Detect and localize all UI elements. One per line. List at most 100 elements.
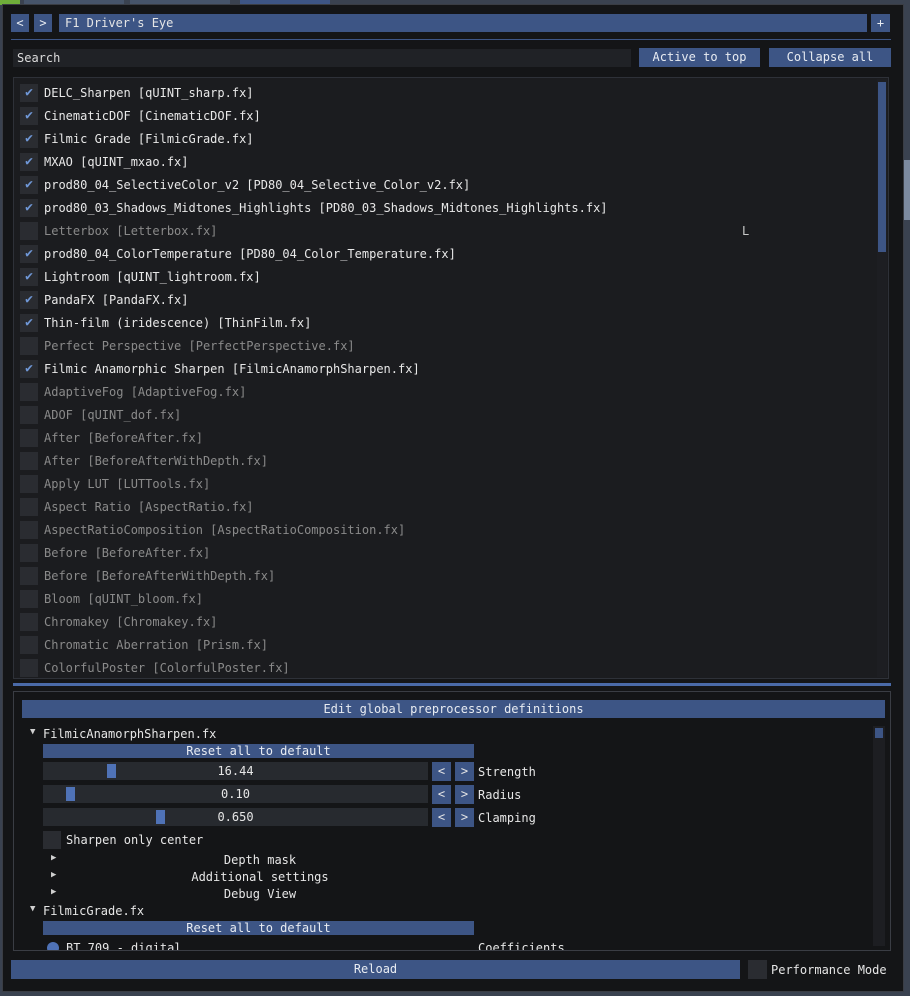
collapse-arrow-icon[interactable]: ▶ xyxy=(51,853,56,863)
effect-enable-checkbox[interactable] xyxy=(20,544,38,562)
effect-enable-checkbox[interactable] xyxy=(20,659,38,677)
effect-label: Filmic Anamorphic Sharpen [FilmicAnamorp… xyxy=(44,362,420,376)
edit-preprocessor-button[interactable]: Edit global preprocessor definitions xyxy=(22,700,885,718)
slider-knob[interactable] xyxy=(66,787,75,801)
param-label-clamping: Clamping xyxy=(478,811,536,825)
search-input[interactable]: Search xyxy=(13,49,631,67)
increment-button[interactable]: > xyxy=(455,785,474,804)
effect-label: ADOF [qUINT_dof.fx] xyxy=(44,408,182,422)
effect-label: Before [BeforeAfterWithDepth.fx] xyxy=(44,569,276,583)
effect-label: PandaFX [PandaFX.fx] xyxy=(44,293,189,307)
effect-label: Chromatic Aberration [Prism.fx] xyxy=(44,638,268,652)
effect-enable-checkbox[interactable]: ✔ xyxy=(20,153,38,171)
mouse-cursor: L xyxy=(742,224,750,238)
effect-enable-checkbox[interactable]: ✔ xyxy=(20,176,38,194)
decrement-button[interactable]: < xyxy=(432,785,451,804)
effect-enable-checkbox[interactable] xyxy=(20,429,38,447)
effect-enable-checkbox[interactable] xyxy=(20,406,38,424)
radio-button[interactable] xyxy=(47,942,59,950)
effect-enable-checkbox[interactable]: ✔ xyxy=(20,84,38,102)
clamping-slider[interactable]: 0.650 xyxy=(43,808,428,826)
effect-label: AdaptiveFog [AdaptiveFog.fx] xyxy=(44,385,247,399)
effect-enable-checkbox[interactable]: ✔ xyxy=(20,268,38,286)
panel-splitter[interactable] xyxy=(13,683,891,686)
effect-enable-checkbox[interactable]: ✔ xyxy=(20,245,38,263)
slider-knob[interactable] xyxy=(156,810,165,824)
divider xyxy=(11,39,891,40)
effect-list: L ✔ DELC_Sharpen [qUINT_sharp.fx] ✔ Cinemat… xyxy=(13,77,889,679)
effect-enable-checkbox[interactable]: ✔ xyxy=(20,199,38,217)
effect-enable-checkbox[interactable] xyxy=(20,452,38,470)
effect-label: Filmic Grade [FilmicGrade.fx] xyxy=(44,132,254,146)
group-debug-view[interactable]: Debug View xyxy=(62,886,458,902)
collapse-arrow-icon[interactable]: ▶ xyxy=(51,870,56,880)
section-header-filmicgrade[interactable]: FilmicGrade.fx xyxy=(43,903,144,919)
increment-button[interactable]: > xyxy=(455,808,474,827)
settings-scrollbar[interactable] xyxy=(873,726,885,946)
reload-button[interactable]: Reload xyxy=(11,960,740,979)
add-preset-button[interactable]: + xyxy=(871,14,890,32)
sharpen-only-center-checkbox[interactable] xyxy=(43,831,61,849)
reset-all-button[interactable]: Reset all to default xyxy=(43,744,474,758)
effect-label: MXAO [qUINT_mxao.fx] xyxy=(44,155,189,169)
group-additional-settings[interactable]: Additional settings xyxy=(62,869,458,885)
next-preset-button[interactable]: > xyxy=(34,14,52,32)
effect-label: prod80_04_ColorTemperature [PD80_04_Colo… xyxy=(44,247,456,261)
expand-arrow-icon[interactable]: ▼ xyxy=(30,904,35,914)
settings-panel: Edit global preprocessor definitions ▼ F… xyxy=(13,691,891,951)
effect-enable-checkbox[interactable] xyxy=(20,567,38,585)
slider-value: 16.44 xyxy=(217,764,254,778)
effect-label: DELC_Sharpen [qUINT_sharp.fx] xyxy=(44,86,254,100)
effect-label: Chromakey [Chromakey.fx] xyxy=(44,615,218,629)
active-to-top-button[interactable]: Active to top xyxy=(639,48,760,67)
effect-label: Apply LUT [LUTTools.fx] xyxy=(44,477,211,491)
section-header-sharpen[interactable]: FilmicAnamorphSharpen.fx xyxy=(43,726,216,742)
effect-enable-checkbox[interactable] xyxy=(20,222,38,240)
effect-label: prod80_03_Shadows_Midtones_Highlights [P… xyxy=(44,201,608,215)
effect-enable-checkbox[interactable] xyxy=(20,590,38,608)
increment-button[interactable]: > xyxy=(455,762,474,781)
reshade-overlay-window: < > F1 Driver's Eye + Search Active to t… xyxy=(2,4,904,992)
performance-mode-label: Performance Mode xyxy=(771,963,887,977)
preset-name-field[interactable]: F1 Driver's Eye xyxy=(59,14,867,32)
effect-label: Aspect Ratio [AspectRatio.fx] xyxy=(44,500,254,514)
strength-slider[interactable]: 16.44 xyxy=(43,762,428,780)
effect-enable-checkbox[interactable] xyxy=(20,383,38,401)
effect-list-scrollbar-thumb[interactable] xyxy=(878,82,886,252)
effect-enable-checkbox[interactable]: ✔ xyxy=(20,314,38,332)
decrement-button[interactable]: < xyxy=(432,808,451,827)
effect-enable-checkbox[interactable]: ✔ xyxy=(20,360,38,378)
radius-slider[interactable]: 0.10 xyxy=(43,785,428,803)
effect-label: CinematicDOF [CinematicDOF.fx] xyxy=(44,109,261,123)
effect-label: Lightroom [qUINT_lightroom.fx] xyxy=(44,270,261,284)
effect-enable-checkbox[interactable]: ✔ xyxy=(20,291,38,309)
param-label-strength: Strength xyxy=(478,765,536,779)
effect-enable-checkbox[interactable] xyxy=(20,498,38,516)
collapse-all-button[interactable]: Collapse all xyxy=(769,48,891,67)
effect-enable-checkbox[interactable] xyxy=(20,613,38,631)
effect-label: After [BeforeAfter.fx] xyxy=(44,431,203,445)
radio-label: BT.709 - digital xyxy=(66,941,182,951)
effect-enable-checkbox[interactable] xyxy=(20,337,38,355)
collapse-arrow-icon[interactable]: ▶ xyxy=(51,887,56,897)
performance-mode-checkbox[interactable] xyxy=(748,960,767,979)
effect-enable-checkbox[interactable]: ✔ xyxy=(20,107,38,125)
effect-label: Bloom [qUINT_bloom.fx] xyxy=(44,592,203,606)
effect-label: Letterbox [Letterbox.fx] xyxy=(44,224,218,238)
slider-value: 0.10 xyxy=(221,787,250,801)
decrement-button[interactable]: < xyxy=(432,762,451,781)
effect-label: AspectRatioComposition [AspectRatioCompo… xyxy=(44,523,406,537)
prev-preset-button[interactable]: < xyxy=(11,14,29,32)
effect-enable-checkbox[interactable] xyxy=(20,475,38,493)
reset-all-button[interactable]: Reset all to default xyxy=(43,921,474,935)
effect-label: Before [BeforeAfter.fx] xyxy=(44,546,211,560)
slider-knob[interactable] xyxy=(107,764,116,778)
group-depth-mask[interactable]: Depth mask xyxy=(62,852,458,868)
expand-arrow-icon[interactable]: ▼ xyxy=(30,727,35,737)
effect-enable-checkbox[interactable] xyxy=(20,636,38,654)
slider-value: 0.650 xyxy=(217,810,254,824)
effect-enable-checkbox[interactable] xyxy=(20,521,38,539)
effect-enable-checkbox[interactable]: ✔ xyxy=(20,130,38,148)
settings-scrollbar-thumb[interactable] xyxy=(875,728,883,738)
effect-label: Perfect Perspective [PerfectPerspective.… xyxy=(44,339,355,353)
